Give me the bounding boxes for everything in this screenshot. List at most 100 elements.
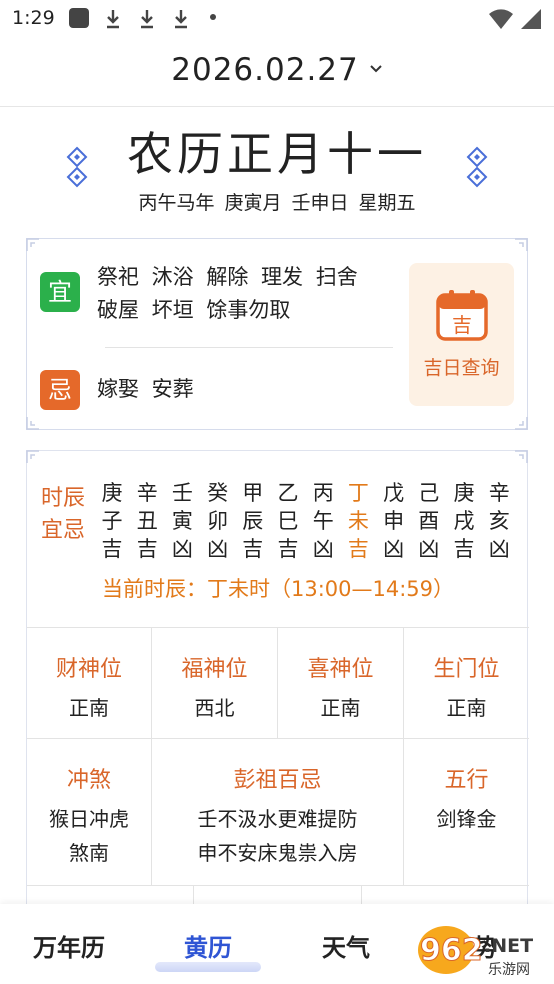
status-bar: 1:29 <box>0 0 554 38</box>
shichen-branch: 卯 <box>207 509 229 533</box>
wuxing-value: 剑锋金 <box>436 807 497 831</box>
shichen-title-line-1: 时辰 <box>41 486 86 511</box>
shengmen-cell: 生门位 正南 <box>404 651 529 725</box>
chongsha-cell: 冲煞 猴日冲虎 煞南 <box>27 762 151 870</box>
lunar-date-title: 农历正月十一 <box>127 127 427 181</box>
shichen-branch: 巳 <box>277 509 299 533</box>
active-tab-indicator <box>155 962 261 972</box>
shichen-luck: 凶 <box>171 537 193 561</box>
shichen-branch: 寅 <box>171 509 193 533</box>
tab-tianqi[interactable]: 天气 <box>291 928 401 963</box>
yi-ji-card: 宜 祭祀 沐浴 解除 理发 扫舍 破屋 坏垣 馀事勿取 忌 嫁娶 安葬 吉 吉日… <box>26 238 528 430</box>
shichen-luck: 凶 <box>383 537 405 561</box>
grid-line <box>27 627 529 628</box>
shichen-luck: 凶 <box>312 537 334 561</box>
date-selector[interactable]: 2026.02.27 <box>0 52 554 96</box>
shichen-branch: 亥 <box>488 509 510 533</box>
yi-ji-divider <box>105 347 393 348</box>
shichen-column: 壬寅凶 <box>169 479 195 563</box>
shichen-luck: 凶 <box>207 537 229 561</box>
svg-text:吉: 吉 <box>452 313 472 337</box>
shichen-luck: 凶 <box>418 537 440 561</box>
status-time: 1:29 <box>12 7 55 29</box>
yi-line-2: 破屋 坏垣 馀事勿取 <box>97 298 291 322</box>
tab-wannianli[interactable]: 万年历 <box>14 928 124 963</box>
shichen-column: 辛亥凶 <box>486 479 512 563</box>
wifi-icon <box>489 9 513 29</box>
jiri-query-button[interactable]: 吉 吉日查询 <box>409 263 514 406</box>
ji-activities: 嫁娶 安葬 <box>97 377 194 401</box>
shichen-luck: 吉 <box>453 537 475 561</box>
shichen-title-line-2: 宜忌 <box>41 518 86 543</box>
chongsha-value: 猴日冲虎 煞南 <box>27 802 151 870</box>
yi-line-1: 祭祀 沐浴 解除 理发 扫舍 <box>97 265 358 289</box>
shichen-title: 时辰 宜忌 <box>41 483 85 547</box>
chongsha-line-1: 猴日冲虎 <box>49 807 129 831</box>
app-notification-icon <box>69 8 89 28</box>
ganzhi-subtitle: 丙午马年 庚寅月 壬申日 星期五 <box>138 192 416 214</box>
shichen-luck: 凶 <box>488 537 510 561</box>
calendar-icon: 吉 <box>436 290 488 341</box>
shichen-column: 庚子吉 <box>99 479 125 563</box>
shichen-branch: 子 <box>101 509 123 533</box>
caishen-title: 财神位 <box>55 657 122 682</box>
pengzu-value: 壬不汲水更难提防 申不安床鬼祟入房 <box>152 802 403 870</box>
corner-ornament-icon <box>515 417 528 430</box>
lunar-date-block: 农历正月十一 丙午马年 庚寅月 壬申日 星期五 <box>0 118 554 215</box>
shichen-stem: 丙 <box>312 481 334 505</box>
corner-ornament-icon <box>515 238 528 251</box>
svg-text:962: 962 <box>420 933 483 968</box>
shichen-stem: 戊 <box>383 481 405 505</box>
download-icon <box>141 10 153 29</box>
shichen-stem: 癸 <box>207 481 229 505</box>
fushen-cell: 福神位 西北 <box>152 651 277 725</box>
tab-huangli[interactable]: 黄历 <box>153 928 263 963</box>
current-date: 2026.02.27 <box>171 52 359 88</box>
corner-ornament-icon <box>515 450 528 463</box>
svg-text:乐游网: 乐游网 <box>488 962 530 978</box>
shichen-branch: 申 <box>383 509 405 533</box>
xishen-cell: 喜神位 正南 <box>278 651 403 725</box>
fushen-value: 西北 <box>194 696 235 720</box>
yi-activities: 祭祀 沐浴 解除 理发 扫舍 破屋 坏垣 馀事勿取 <box>97 261 397 327</box>
shichen-column: 辛丑吉 <box>134 479 160 563</box>
jiri-query-label: 吉日查询 <box>423 357 500 379</box>
chongsha-title: 冲煞 <box>66 768 111 793</box>
corner-ornament-icon <box>26 417 39 430</box>
wuxing-cell: 五行 剑锋金 <box>404 762 529 836</box>
shichen-column: 己酉凶 <box>416 479 442 563</box>
shichen-luck: 吉 <box>277 537 299 561</box>
caishen-value: 正南 <box>69 696 109 720</box>
shichen-column: 丁未吉 <box>345 479 371 563</box>
shengmen-value: 正南 <box>446 696 487 720</box>
watermark-logo: 962 .NET 乐游网 <box>418 926 533 978</box>
ji-badge: 忌 <box>40 370 80 410</box>
shichen-column: 癸卯凶 <box>205 479 231 563</box>
shichen-column: 庚戌吉 <box>451 479 477 563</box>
shichen-column: 戊申凶 <box>381 479 407 563</box>
shichen-column: 丙午凶 <box>310 479 336 563</box>
wuxing-title: 五行 <box>444 768 489 793</box>
cell-signal-icon <box>521 9 541 29</box>
shichen-stem: 辛 <box>488 481 510 505</box>
shichen-stem: 庚 <box>101 481 123 505</box>
shichen-card: 时辰 宜忌 庚子吉辛丑吉壬寅凶癸卯凶甲辰吉乙巳吉丙午凶丁未吉戊申凶己酉凶庚戌吉辛… <box>26 450 529 971</box>
xishen-title: 喜神位 <box>307 657 374 682</box>
shichen-stem: 庚 <box>453 481 475 505</box>
shichen-column: 甲辰吉 <box>240 479 266 563</box>
chevron-down-icon <box>370 65 382 73</box>
fushen-title: 福神位 <box>181 657 248 682</box>
shichen-stem: 己 <box>418 481 440 505</box>
pengzu-title: 彭祖百忌 <box>233 768 322 793</box>
grid-line <box>27 738 529 739</box>
shichen-stem: 辛 <box>136 481 158 505</box>
yi-badge: 宜 <box>40 272 80 312</box>
download-icon <box>175 10 187 29</box>
shichen-stem: 乙 <box>277 481 299 505</box>
shichen-branch: 午 <box>312 509 334 533</box>
shichen-column: 乙巳吉 <box>275 479 301 563</box>
pengzu-line-2: 申不安床鬼祟入房 <box>197 841 358 865</box>
shichen-branch: 辰 <box>242 509 264 533</box>
shichen-luck: 吉 <box>136 537 158 561</box>
pengzu-cell: 彭祖百忌 壬不汲水更难提防 申不安床鬼祟入房 <box>152 762 403 870</box>
